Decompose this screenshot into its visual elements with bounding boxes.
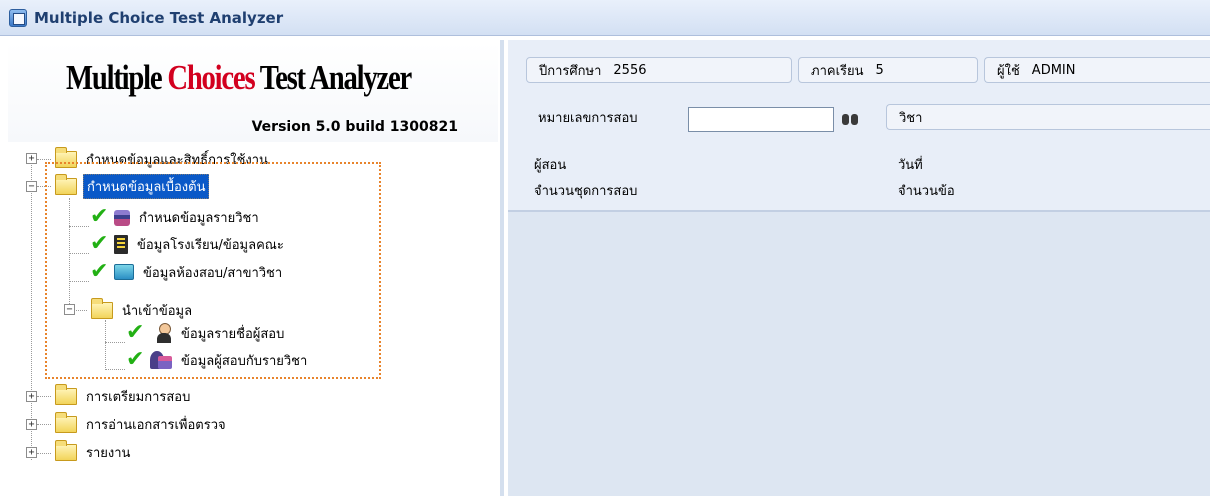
folder-icon (55, 383, 77, 405)
exam-number-label: หมายเลขการสอบ (538, 110, 638, 126)
tree-item-reports[interactable]: รายงาน (55, 439, 133, 465)
window-title: Multiple Choice Test Analyzer (34, 9, 284, 27)
tree-item-exam-prep[interactable]: การเตรียมการสอบ (55, 383, 193, 409)
logo-banner: Multiple Choices Test Analyzer Version 5… (8, 42, 498, 142)
expand-toggle[interactable]: + (26, 153, 37, 164)
app-icon (9, 9, 27, 27)
folder-icon (55, 439, 77, 461)
logo-title-part2: Test Analyzer (254, 58, 412, 97)
user-label: ผู้ใช้ (997, 63, 1020, 79)
collapse-toggle[interactable]: − (26, 181, 37, 192)
tree-line (37, 396, 51, 397)
tree-item-document-reading[interactable]: การอ่านเอกสารเพื่อตรวจ (55, 411, 229, 437)
expand-toggle[interactable]: + (26, 447, 37, 458)
term-label: ภาคเรียน (811, 63, 864, 79)
expand-toggle[interactable]: + (26, 391, 37, 402)
version-label: Version 5.0 build 1300821 (251, 119, 458, 135)
subject-label: วิชา (899, 110, 923, 126)
academic-year-field: ปีการศึกษา 2556 (526, 57, 792, 83)
term-value: 5 (875, 62, 884, 78)
tree-line (37, 424, 51, 425)
binoculars-icon[interactable] (839, 107, 861, 131)
tree-item-label: การเตรียมการสอบ (86, 389, 191, 405)
expand-toggle[interactable]: + (26, 419, 37, 430)
exam-number-input[interactable] (688, 107, 834, 132)
question-count-label: จำนวนข้อ (898, 184, 955, 199)
exam-info-area: ปีการศึกษา 2556 ภาคเรียน 5 ผู้ใช้ ADMIN … (508, 40, 1210, 212)
title-bar: Multiple Choice Test Analyzer (0, 0, 1210, 36)
tree-line (37, 453, 51, 454)
logo-title-accent: Choices (167, 58, 255, 97)
academic-year-value: 2556 (613, 62, 647, 78)
tree-line (31, 160, 32, 460)
logo-title-part1: Multiple (66, 58, 168, 97)
user-value: ADMIN (1031, 62, 1076, 78)
highlight-annotation (45, 162, 381, 379)
tree-item-label: การอ่านเอกสารเพื่อตรวจ (86, 417, 226, 433)
logo-title: Multiple Choices Test Analyzer (66, 58, 412, 98)
tree-line (37, 159, 51, 160)
academic-year-label: ปีการศึกษา (539, 63, 602, 79)
folder-icon (55, 411, 77, 433)
user-field: ผู้ใช้ ADMIN (984, 57, 1210, 83)
term-field: ภาคเรียน 5 (798, 57, 978, 83)
main-content-panel: ปีการศึกษา 2556 ภาคเรียน 5 ผู้ใช้ ADMIN … (508, 40, 1210, 496)
teacher-label: ผู้สอน (534, 158, 567, 173)
exam-sets-label: จำนวนชุดการสอบ (534, 184, 638, 199)
tree-item-label: รายงาน (86, 445, 131, 461)
date-label: วันที่ (898, 158, 923, 173)
subject-field: วิชา (886, 104, 1210, 130)
